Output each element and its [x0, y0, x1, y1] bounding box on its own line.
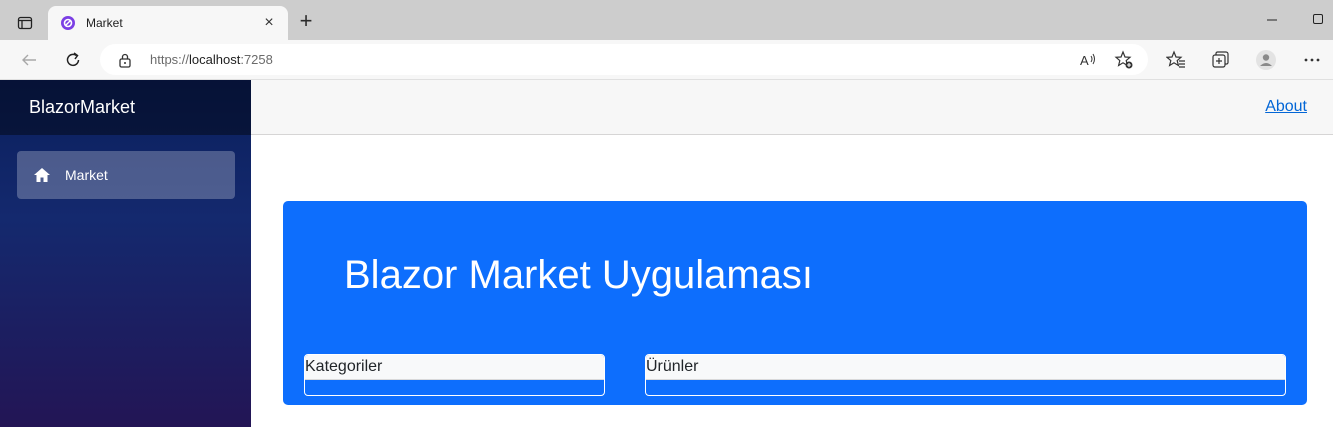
home-icon	[34, 168, 50, 182]
read-aloud-icon: A	[1080, 53, 1095, 68]
top-row: About	[251, 80, 1333, 135]
url-scheme: https://	[150, 52, 190, 67]
products-card-header: Ürünler	[646, 355, 1285, 380]
tab-actions-button[interactable]	[8, 8, 42, 38]
profile-avatar-icon	[1256, 50, 1276, 70]
nav-item-market[interactable]: Market	[17, 151, 235, 199]
app-page: BlazorMarket Market About Blazor Market …	[0, 80, 1333, 427]
more-options-icon	[1304, 58, 1320, 62]
favorites-icon	[1166, 50, 1185, 68]
brand-link[interactable]: BlazorMarket	[0, 80, 251, 135]
url-host: localhost	[189, 52, 241, 67]
favorites-button[interactable]	[1164, 48, 1188, 72]
address-bar[interactable]: https://localhost:7258 A	[100, 44, 1148, 75]
url-text[interactable]: https://localhost:7258	[150, 52, 273, 67]
add-favorite-button[interactable]	[1113, 49, 1135, 71]
categories-card: Kategoriler	[304, 354, 605, 396]
nav-item-label: Market	[65, 167, 108, 183]
products-card: Ürünler	[645, 354, 1286, 396]
sidebar: BlazorMarket Market	[0, 80, 251, 427]
add-favorite-icon	[1114, 50, 1133, 69]
window-minimize-icon[interactable]	[1262, 12, 1282, 28]
tab-close-icon[interactable]: ×	[260, 15, 278, 31]
collections-button[interactable]	[1208, 48, 1232, 72]
tab-actions-icon	[17, 16, 33, 30]
about-link[interactable]: About	[1265, 98, 1307, 116]
categories-card-header: Kategoriler	[305, 355, 604, 380]
reload-icon	[66, 52, 80, 67]
new-tab-button[interactable]: +	[294, 10, 318, 34]
profile-button[interactable]	[1254, 48, 1278, 72]
collections-icon	[1212, 51, 1229, 68]
browser-toolbar: https://localhost:7258 A	[0, 40, 1333, 80]
blazor-favicon-icon	[61, 16, 75, 30]
lock-icon[interactable]	[118, 52, 132, 68]
back-arrow-icon	[22, 54, 36, 66]
browser-tab-bar: Market × +	[0, 0, 1333, 40]
hero-banner: Blazor Market Uygulaması Kategoriler Ürü…	[283, 201, 1307, 405]
url-port: :7258	[240, 52, 273, 67]
settings-menu-button[interactable]	[1300, 48, 1324, 72]
reload-button[interactable]	[61, 48, 85, 72]
back-button[interactable]	[17, 48, 41, 72]
tab-title: Market	[86, 16, 123, 30]
page-title: Blazor Market Uygulaması	[344, 253, 814, 297]
browser-tab[interactable]: Market ×	[48, 6, 288, 40]
read-aloud-button[interactable]: A	[1078, 49, 1100, 71]
window-maximize-icon[interactable]	[1310, 11, 1326, 27]
svg-text:A: A	[1080, 53, 1089, 68]
